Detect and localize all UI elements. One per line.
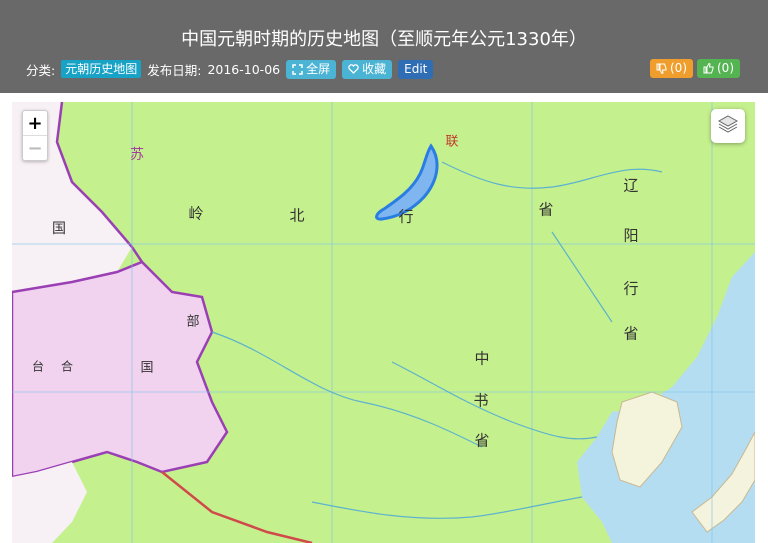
- meta-bar: 分类: 元朝历史地图 发布日期: 2016-10-06 全屏 收藏 Edit: [26, 59, 434, 79]
- map-label: 省: [538, 200, 554, 219]
- map-label: 部: [186, 314, 200, 330]
- map-label: 阳: [623, 226, 639, 245]
- map-label: 国: [52, 221, 66, 237]
- edit-button[interactable]: Edit: [398, 59, 434, 79]
- map-canvas: [12, 102, 755, 543]
- map-viewport[interactable]: 岭 北 行 省 辽 阳 行 省 中 书 省 国 联 苏 部 国 台 合: [12, 102, 755, 543]
- expand-icon: [292, 63, 303, 75]
- date-value: 2016-10-06: [207, 61, 281, 77]
- dislike-count: (0): [670, 61, 687, 75]
- map-label: 岭: [188, 204, 204, 223]
- map-label: 中: [474, 349, 490, 368]
- map-label: 国: [140, 360, 154, 376]
- heart-icon: [348, 64, 359, 74]
- map-label: 省: [623, 324, 639, 343]
- layers-button[interactable]: [711, 109, 745, 143]
- map-label: 行: [398, 207, 414, 226]
- map-label: 联: [445, 134, 459, 150]
- layers-icon: [717, 113, 739, 139]
- map-label: 书: [473, 391, 489, 410]
- page-header: 中国元朝时期的历史地图（至顺元年公元1330年） 分类: 元朝历史地图 发布日期…: [0, 0, 768, 93]
- dislike-button[interactable]: (0): [650, 59, 693, 78]
- thumbs-down-icon: [656, 63, 667, 74]
- map-label: 辽: [623, 176, 639, 195]
- zoom-out-button[interactable]: −: [23, 136, 47, 160]
- map-label: 行: [623, 279, 639, 298]
- like-button[interactable]: (0): [697, 59, 740, 78]
- map-label: 省: [474, 431, 490, 450]
- favorite-label: 收藏: [362, 61, 387, 76]
- date-label: 发布日期:: [147, 62, 202, 78]
- fullscreen-button[interactable]: 全屏: [286, 59, 337, 79]
- category-label: 分类:: [26, 62, 56, 78]
- favorite-button[interactable]: 收藏: [342, 59, 393, 79]
- map-label: 北: [289, 206, 305, 225]
- fullscreen-label: 全屏: [306, 61, 331, 76]
- map-label: 台: [31, 359, 45, 374]
- thumbs-up-icon: [703, 63, 714, 74]
- like-count: (0): [717, 61, 734, 75]
- map-label: 合: [60, 359, 74, 374]
- map-label: 苏: [130, 147, 144, 163]
- page-title: 中国元朝时期的历史地图（至顺元年公元1330年）: [181, 29, 587, 50]
- zoom-in-button[interactable]: +: [23, 111, 47, 136]
- vote-group: (0) (0): [650, 59, 740, 78]
- category-tag[interactable]: 元朝历史地图: [61, 60, 142, 78]
- zoom-control: + −: [22, 110, 48, 161]
